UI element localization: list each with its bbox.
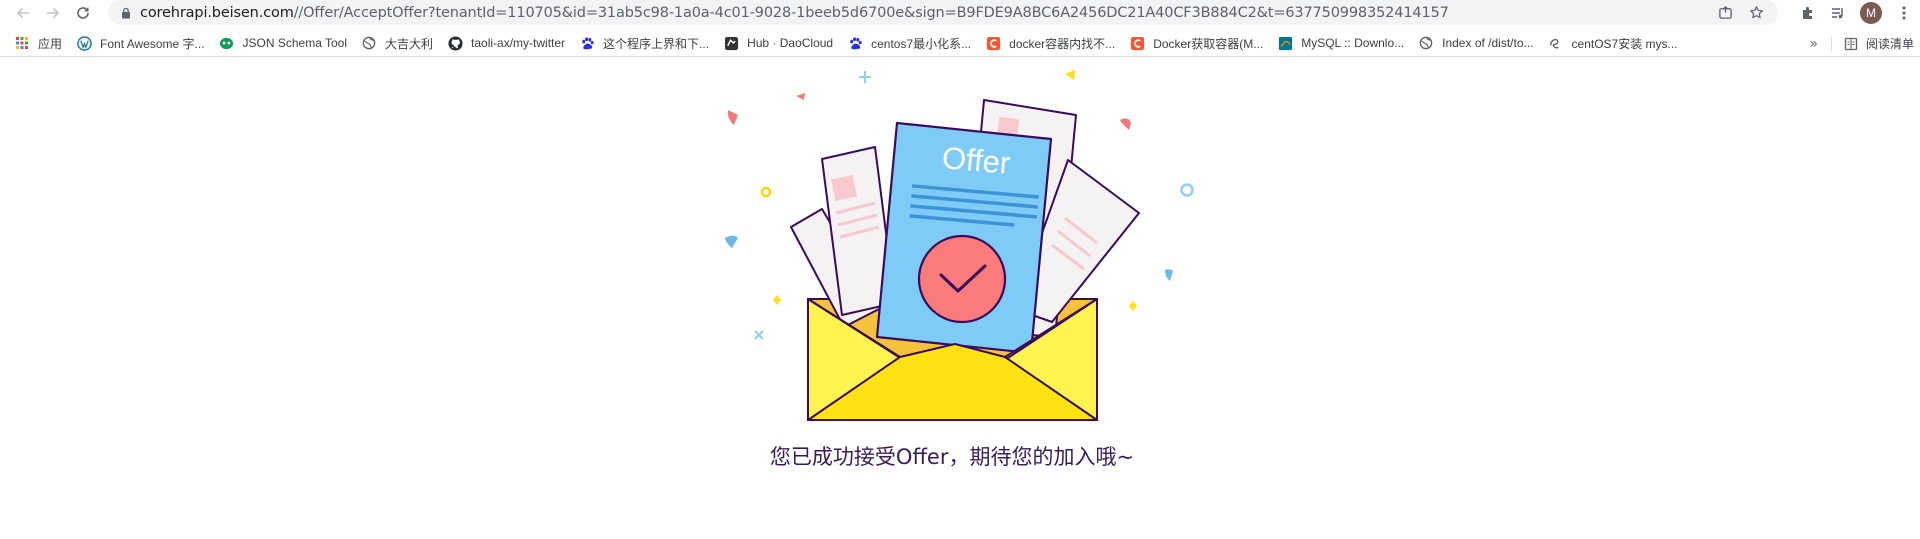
bookmark-label: 大吉大利 bbox=[385, 36, 434, 51]
media-control-icon[interactable] bbox=[1830, 5, 1846, 21]
bookmark-label: 应用 bbox=[38, 36, 63, 51]
bookmark-item[interactable]: docker容器内找不... bbox=[978, 30, 1122, 57]
reload-button[interactable] bbox=[70, 0, 96, 26]
arrow-right-icon bbox=[47, 7, 60, 19]
daocloud-icon bbox=[723, 35, 739, 51]
bookmark-label: docker容器内找不... bbox=[1009, 36, 1116, 51]
reading-list-button[interactable]: 阅读清单 bbox=[1844, 30, 1914, 57]
bookmark-item[interactable]: Docker获取容器(M... bbox=[1122, 30, 1270, 57]
bookmark-label: MySQL :: Downlo... bbox=[1301, 36, 1405, 50]
address-bar-actions bbox=[1718, 0, 1764, 25]
script-icon bbox=[1548, 35, 1564, 51]
url-host: corehrapi.beisen.com bbox=[140, 4, 294, 21]
csdn-icon bbox=[1129, 35, 1145, 51]
url-text[interactable]: corehrapi.beisen.com//Offer/AcceptOffer?… bbox=[140, 5, 1449, 21]
back-button[interactable] bbox=[10, 0, 36, 26]
bookmark-label: centos7最小化系... bbox=[871, 36, 972, 51]
share-icon[interactable] bbox=[1718, 5, 1733, 20]
bookmark-star-icon[interactable] bbox=[1749, 5, 1764, 20]
offer-letter: Offer bbox=[875, 121, 1053, 355]
success-message: 您已成功接受Offer，期待您的加入哦~ bbox=[769, 445, 1135, 469]
reading-list-icon bbox=[1844, 37, 1858, 50]
bookmark-label: JSON Schema Tool bbox=[242, 36, 348, 50]
profile-avatar[interactable]: M bbox=[1860, 2, 1882, 24]
bookmarks-list: 应用 Font Awesome 字... JSON Schema Tool 大吉大利 t… bbox=[7, 30, 1685, 57]
extensions-puzzle-icon[interactable] bbox=[1800, 5, 1816, 21]
lock-icon[interactable] bbox=[120, 7, 132, 19]
offer-letter-label: Offer bbox=[941, 140, 1012, 181]
forward-button[interactable] bbox=[40, 0, 66, 26]
browser-right-tools: M bbox=[1800, 0, 1912, 26]
bookmark-item[interactable]: JSON Schema Tool bbox=[212, 30, 355, 57]
apps-grid-icon bbox=[14, 35, 30, 51]
menu-kebab-icon[interactable] bbox=[1896, 5, 1912, 21]
bookmark-item[interactable]: 应用 bbox=[7, 30, 69, 57]
json-icon bbox=[219, 35, 235, 51]
mysql-icon bbox=[1277, 35, 1293, 51]
csdn-icon bbox=[985, 35, 1001, 51]
arrow-left-icon bbox=[16, 7, 29, 19]
url-path: //Offer/AcceptOffer?tenantId=110705&id=3… bbox=[293, 4, 1449, 21]
bookmark-label: Hub · DaoCloud bbox=[747, 36, 834, 50]
bookmark-item[interactable]: Index of /dist/to... bbox=[1411, 30, 1540, 57]
bookmarks-overflow-button[interactable]: » bbox=[1809, 30, 1818, 57]
bookmark-item[interactable]: centOS7安装 mys... bbox=[1541, 30, 1685, 57]
globe-icon bbox=[1418, 35, 1434, 51]
bookmark-label: taoli-ax/my-twitter bbox=[471, 36, 566, 50]
bookmark-label: Docker获取容器(M... bbox=[1153, 36, 1264, 51]
bookmark-label: centOS7安装 mys... bbox=[1571, 36, 1678, 51]
bookmark-item[interactable]: centos7最小化系... bbox=[840, 30, 978, 57]
baidu-paw-icon bbox=[579, 35, 595, 51]
baidu-paw-icon bbox=[847, 35, 863, 51]
address-bar[interactable]: corehrapi.beisen.com//Offer/AcceptOffer?… bbox=[108, 0, 1778, 25]
wordpress-icon bbox=[76, 35, 92, 51]
bookmark-item[interactable]: 这个程序上界和下... bbox=[572, 30, 716, 57]
bookmark-label: Font Awesome 字... bbox=[100, 36, 205, 51]
bookmark-item[interactable]: Font Awesome 字... bbox=[69, 30, 212, 57]
bookmark-item[interactable]: 大吉大利 bbox=[354, 30, 440, 57]
reading-list-label: 阅读清单 bbox=[1865, 37, 1914, 51]
reload-icon bbox=[77, 7, 89, 19]
bookmark-item[interactable]: Hub · DaoCloud bbox=[716, 30, 840, 57]
globe-icon bbox=[361, 35, 377, 51]
bookmarks-divider bbox=[1831, 36, 1832, 52]
bookmark-item[interactable]: MySQL :: Downlo... bbox=[1270, 30, 1411, 57]
bookmark-label: 这个程序上界和下... bbox=[603, 36, 710, 51]
bookmarks-bar: 应用 Font Awesome 字... JSON Schema Tool 大吉大利 t… bbox=[0, 30, 1920, 57]
github-icon bbox=[447, 35, 463, 51]
bookmark-item[interactable]: taoli-ax/my-twitter bbox=[440, 30, 572, 57]
bookmark-label: Index of /dist/to... bbox=[1442, 36, 1534, 50]
offer-envelope-illustration: Offer bbox=[725, 70, 1194, 421]
browser-toolbar: corehrapi.beisen.com//Offer/AcceptOffer?… bbox=[0, 0, 1920, 26]
page-content: Offer 您已成功接受Offer，期待您的加入哦~ bbox=[0, 58, 1920, 539]
